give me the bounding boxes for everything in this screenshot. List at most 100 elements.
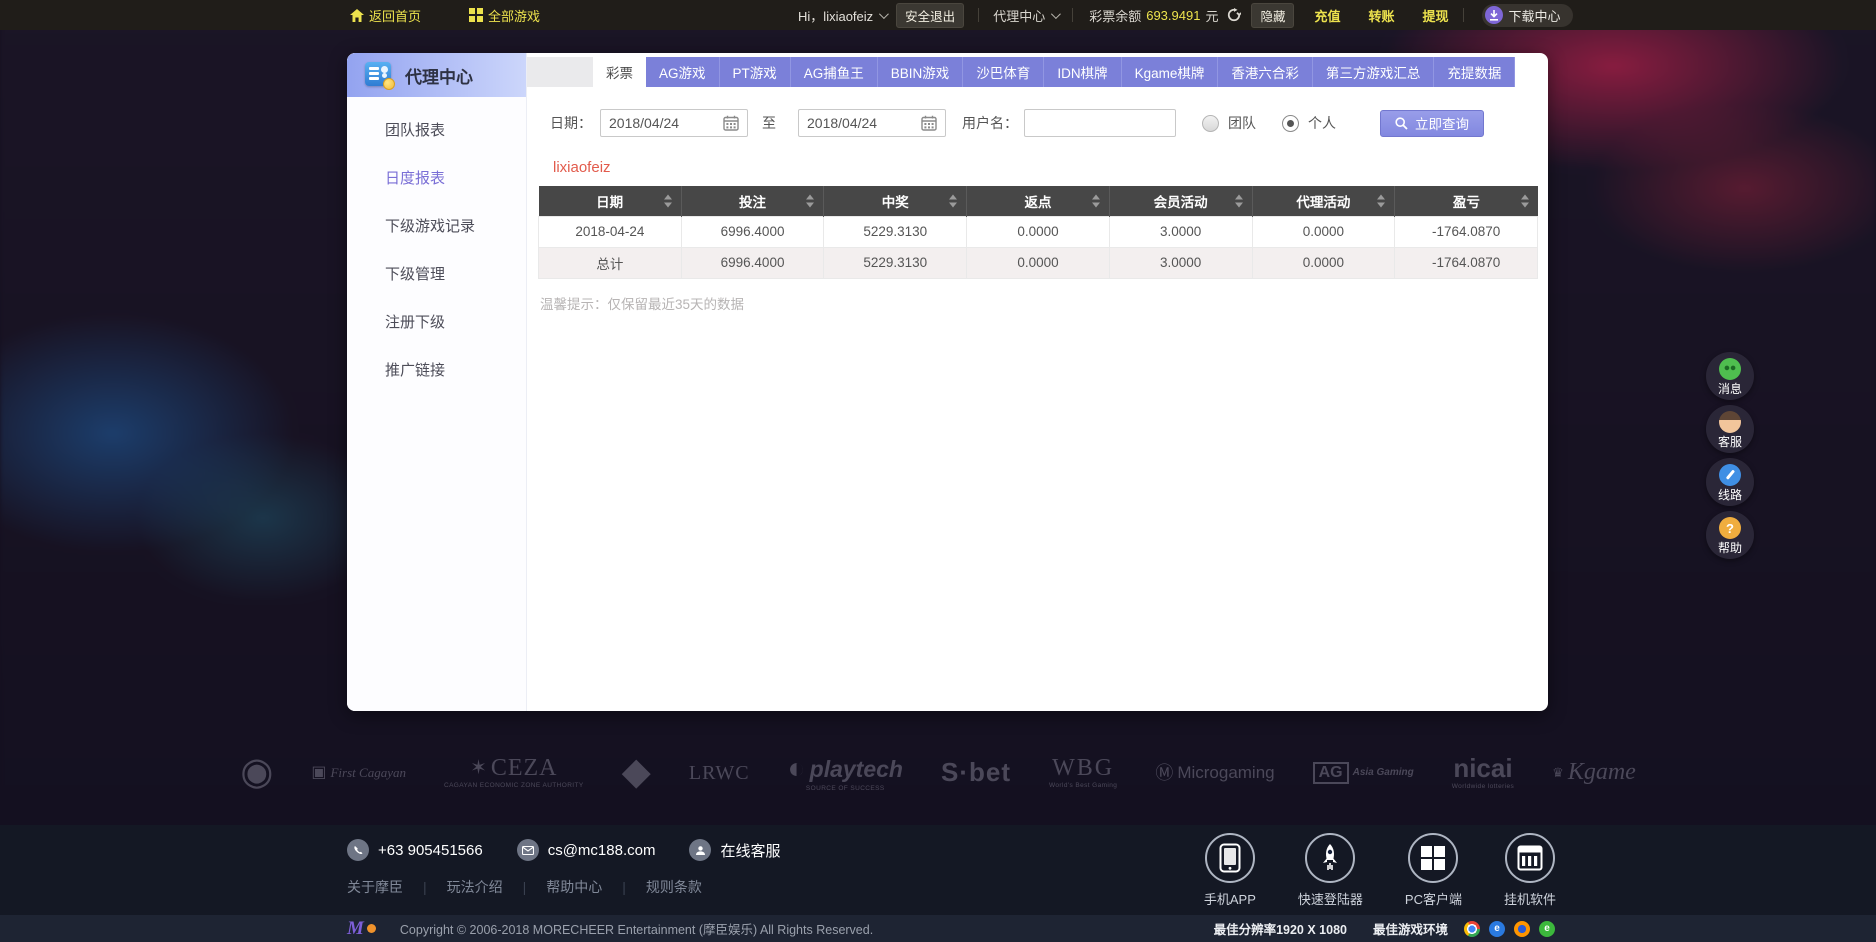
- radio-team[interactable]: 团队: [1202, 113, 1256, 133]
- footer-link[interactable]: 玩法介绍: [447, 877, 503, 897]
- sort-up-icon[interactable]: [1377, 194, 1386, 200]
- sort-down-icon[interactable]: [1091, 202, 1100, 208]
- sort-down-icon[interactable]: [1377, 202, 1386, 208]
- sort-up-icon[interactable]: [1520, 194, 1529, 200]
- sidebar-item[interactable]: 团队报表: [347, 105, 526, 153]
- column-header: 中奖: [823, 186, 968, 216]
- sort-arrows-icon[interactable]: [1377, 194, 1386, 208]
- all-games-label: 全部游戏: [488, 8, 541, 24]
- search-button[interactable]: 立即查询: [1380, 109, 1484, 137]
- column-label: 会员活动: [1153, 194, 1208, 210]
- tab[interactable]: 彩票: [593, 57, 646, 87]
- home-label: 返回首页: [369, 8, 422, 24]
- date-to-input[interactable]: [807, 115, 917, 131]
- sort-up-icon[interactable]: [806, 194, 815, 200]
- username-input[interactable]: [1024, 109, 1176, 137]
- sidebar-item[interactable]: 下级管理: [347, 249, 526, 297]
- footer-link[interactable]: 规则条款: [646, 877, 702, 897]
- tab[interactable]: PT游戏: [719, 57, 791, 87]
- sort-arrows-icon[interactable]: [806, 194, 815, 208]
- help-icon: ?: [1719, 517, 1741, 539]
- partner-logo-subtext: World's Best Gaming: [1048, 782, 1118, 790]
- tab[interactable]: AG游戏: [646, 57, 720, 87]
- partner-logo: S·bet: [941, 759, 1011, 787]
- table-cell: 3.0000: [1108, 215, 1253, 248]
- sidebar-item[interactable]: 注册下级: [347, 297, 526, 345]
- sort-arrows-icon[interactable]: [663, 194, 672, 208]
- tab[interactable]: 充提数据: [1434, 57, 1516, 87]
- tab[interactable]: IDN棋牌: [1044, 57, 1122, 87]
- radio-personal-circle[interactable]: [1282, 114, 1299, 132]
- message-icon: [1719, 358, 1741, 380]
- sort-down-icon[interactable]: [1520, 202, 1529, 208]
- hide-balance-button[interactable]: 隐藏: [1251, 2, 1295, 28]
- partner-logo-text: WBG: [1052, 755, 1115, 781]
- table-row: 2018-04-24 6996.4000 5229.3130 0.0000 3.0000…: [538, 215, 1538, 248]
- column-header: 盈亏: [1394, 186, 1538, 216]
- sort-down-icon[interactable]: [1234, 202, 1243, 208]
- calendar-icon[interactable]: [723, 115, 739, 131]
- agent-center-menu[interactable]: 代理中心: [993, 6, 1062, 25]
- download-center-label: 下载中心: [1508, 8, 1561, 24]
- tab[interactable]: 第三方游戏汇总: [1312, 57, 1435, 87]
- sort-up-icon[interactable]: [949, 194, 958, 200]
- date-from-input[interactable]: [609, 115, 719, 131]
- sidebar: 代理中心 团队报表 日度报表 下级游戏记录 下级管理 注册下级 推广链接: [347, 53, 527, 711]
- refresh-icon[interactable]: [1227, 8, 1242, 22]
- partner-logo: nicai Worldwide lotteries: [1451, 754, 1515, 791]
- balance-unit: 元: [1205, 8, 1219, 24]
- float-button-svc[interactable]: 客服: [1706, 405, 1754, 453]
- partner-logo-row: ♛ Kgame: [1552, 760, 1636, 785]
- float-button-label: 消息: [1717, 382, 1742, 396]
- withdraw-link[interactable]: 提现: [1423, 6, 1449, 25]
- sidebar-item[interactable]: 日度报表: [347, 153, 526, 201]
- sort-arrows-icon[interactable]: [949, 194, 958, 208]
- sort-up-icon[interactable]: [663, 194, 672, 200]
- footer-link[interactable]: 帮助中心: [546, 877, 602, 897]
- tab[interactable]: AG捕鱼王: [790, 57, 878, 87]
- phone-contact[interactable]: +63 905451566: [347, 839, 483, 861]
- phone-number: +63 905451566: [378, 841, 483, 859]
- float-button-help[interactable]: ? 帮助: [1706, 511, 1754, 559]
- transfer-link[interactable]: 转账: [1369, 6, 1395, 25]
- deposit-link[interactable]: 充值: [1314, 6, 1340, 25]
- sort-arrows-icon[interactable]: [1520, 194, 1529, 208]
- footer-link[interactable]: 关于摩臣: [347, 877, 403, 897]
- tab[interactable]: BBIN游戏: [877, 57, 964, 87]
- home-link[interactable]: 返回首页: [350, 6, 421, 25]
- app-download[interactable]: 挂机软件: [1504, 833, 1556, 908]
- partner-logo-subtext: Worldwide lotteries: [1451, 783, 1515, 791]
- tab[interactable]: 沙巴体育: [963, 57, 1045, 87]
- sidebar-item[interactable]: 推广链接: [347, 345, 526, 393]
- float-button-route[interactable]: 线路: [1706, 458, 1754, 506]
- sort-down-icon[interactable]: [663, 202, 672, 208]
- float-button-msg[interactable]: 消息: [1706, 352, 1754, 400]
- calendar-icon[interactable]: [921, 115, 937, 131]
- email-contact[interactable]: cs@mc188.com: [516, 839, 655, 861]
- sort-down-icon[interactable]: [806, 202, 815, 208]
- app-download[interactable]: 快速登陆器: [1298, 833, 1363, 908]
- sort-down-icon[interactable]: [949, 202, 958, 208]
- radio-team-circle[interactable]: [1202, 114, 1219, 132]
- sidebar-item[interactable]: 下级游戏记录: [347, 201, 526, 249]
- report-table-body: 2018-04-24 6996.4000 5229.3130 0.0000 3.0000…: [538, 215, 1538, 279]
- app-label: PC客户端: [1404, 892, 1462, 907]
- all-games-link[interactable]: 全部游戏: [469, 6, 540, 25]
- sort-up-icon[interactable]: [1234, 194, 1243, 200]
- user-menu[interactable]: Hi，lixiaofeiz: [798, 6, 890, 25]
- sort-arrows-icon[interactable]: [1091, 194, 1100, 208]
- date-from-field[interactable]: [600, 109, 748, 137]
- app-download[interactable]: PC客户端: [1405, 833, 1462, 908]
- date-to-field[interactable]: [798, 109, 946, 137]
- logout-button[interactable]: 安全退出: [896, 2, 965, 28]
- tab[interactable]: Kgame棋牌: [1121, 57, 1219, 87]
- app-download[interactable]: 手机APP: [1204, 833, 1256, 908]
- partner-logo: ◉: [240, 752, 273, 793]
- sort-arrows-icon[interactable]: [1234, 194, 1243, 208]
- tab[interactable]: 香港六合彩: [1218, 57, 1313, 87]
- online-service-contact[interactable]: 在线客服: [689, 839, 780, 861]
- download-center-button[interactable]: 下载中心: [1481, 3, 1573, 27]
- radio-personal[interactable]: 个人: [1282, 113, 1336, 133]
- mail-icon: [516, 839, 539, 861]
- sort-up-icon[interactable]: [1091, 194, 1100, 200]
